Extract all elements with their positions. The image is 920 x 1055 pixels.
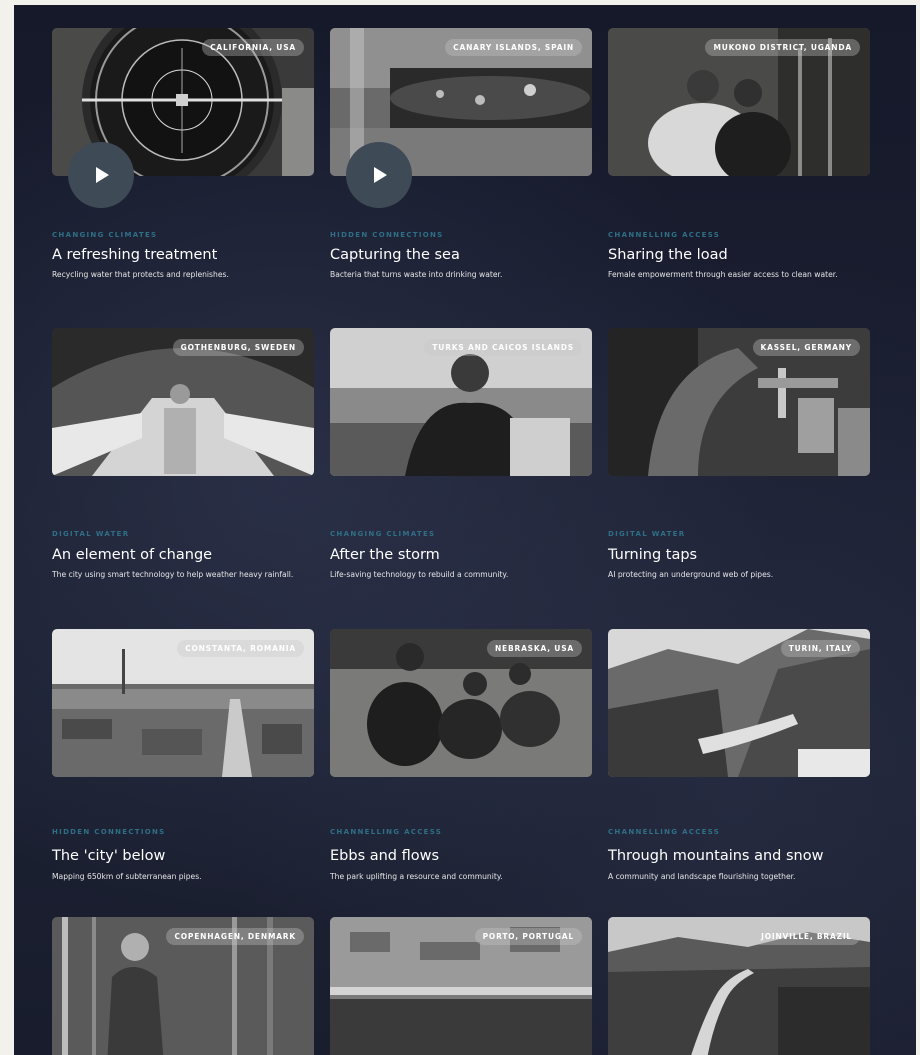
card-title[interactable]: After the storm <box>330 547 440 563</box>
location-badge: JOINVILLE, BRAZIL <box>753 928 860 945</box>
location-badge: KASSEL, GERMANY <box>752 339 860 356</box>
card-title[interactable]: Sharing the load <box>608 247 728 263</box>
card-thumbnail[interactable]: COPENHAGEN, DENMARK <box>52 917 314 1055</box>
play-icon <box>96 167 109 183</box>
location-badge: PORTO, PORTUGAL <box>474 928 582 945</box>
category-tag[interactable]: CHANNELLING ACCESS <box>608 828 720 836</box>
card-description: The park uplifting a resource and commun… <box>330 872 503 881</box>
location-badge: CALIFORNIA, USA <box>202 39 304 56</box>
card-description: Recycling water that protects and replen… <box>52 270 229 279</box>
card-description: Bacteria that turns waste into drinking … <box>330 270 503 279</box>
card-title[interactable]: The 'city' below <box>52 848 165 864</box>
card-description: AI protecting an underground web of pipe… <box>608 570 774 579</box>
location-badge: TURKS AND CAICOS ISLANDS <box>424 339 582 356</box>
location-badge: CANARY ISLANDS, SPAIN <box>445 39 582 56</box>
card-thumbnail[interactable]: NEBRASKA, USA <box>330 629 592 777</box>
category-tag[interactable]: DIGITAL WATER <box>608 530 685 538</box>
category-tag[interactable]: CHANNELLING ACCESS <box>608 231 720 239</box>
category-tag[interactable]: CHANGING CLIMATES <box>330 530 435 538</box>
card-thumbnail[interactable]: CONSTANTA, ROMANIA <box>52 629 314 777</box>
play-icon <box>374 167 387 183</box>
card-title[interactable]: An element of change <box>52 547 212 563</box>
location-badge: CONSTANTA, ROMANIA <box>177 640 304 657</box>
location-badge: MUKONO DISTRICT, UGANDA <box>705 39 860 56</box>
card-title[interactable]: Through mountains and snow <box>608 848 823 864</box>
category-tag[interactable]: HIDDEN CONNECTIONS <box>330 231 444 239</box>
card-title[interactable]: Capturing the sea <box>330 247 460 263</box>
category-tag[interactable]: CHANGING CLIMATES <box>52 231 157 239</box>
card-description: Life-saving technology to rebuild a comm… <box>330 570 509 579</box>
category-tag[interactable]: DIGITAL WATER <box>52 530 129 538</box>
card-thumbnail[interactable]: JOINVILLE, BRAZIL <box>608 917 870 1055</box>
card-thumbnail[interactable]: TURIN, ITALY <box>608 629 870 777</box>
card-description: A community and landscape flourishing to… <box>608 872 796 881</box>
card-title[interactable]: Ebbs and flows <box>330 848 439 864</box>
card-title[interactable]: Turning taps <box>608 547 697 563</box>
play-button[interactable] <box>346 142 412 208</box>
card-title[interactable]: A refreshing treatment <box>52 247 217 263</box>
card-description: The city using smart technology to help … <box>52 570 294 579</box>
card-thumbnail[interactable]: GOTHENBURG, SWEDEN <box>52 328 314 476</box>
location-badge: GOTHENBURG, SWEDEN <box>172 339 304 356</box>
card-thumbnail[interactable]: KASSEL, GERMANY <box>608 328 870 476</box>
card-description: Female empowerment through easier access… <box>608 270 838 279</box>
card-thumbnail[interactable]: PORTO, PORTUGAL <box>330 917 592 1055</box>
category-tag[interactable]: CHANNELLING ACCESS <box>330 828 442 836</box>
category-tag[interactable]: HIDDEN CONNECTIONS <box>52 828 166 836</box>
location-badge: TURIN, ITALY <box>780 640 860 657</box>
card-thumbnail[interactable]: TURKS AND CAICOS ISLANDS <box>330 328 592 476</box>
card-description: Mapping 650km of subterranean pipes. <box>52 872 202 881</box>
location-badge: NEBRASKA, USA <box>486 640 582 657</box>
play-button[interactable] <box>68 142 134 208</box>
article-grid: CALIFORNIA, USA CHANGING CLIMATES A refr… <box>14 5 916 1055</box>
location-badge: COPENHAGEN, DENMARK <box>166 928 304 945</box>
card-thumbnail[interactable]: MUKONO DISTRICT, UGANDA <box>608 28 870 176</box>
